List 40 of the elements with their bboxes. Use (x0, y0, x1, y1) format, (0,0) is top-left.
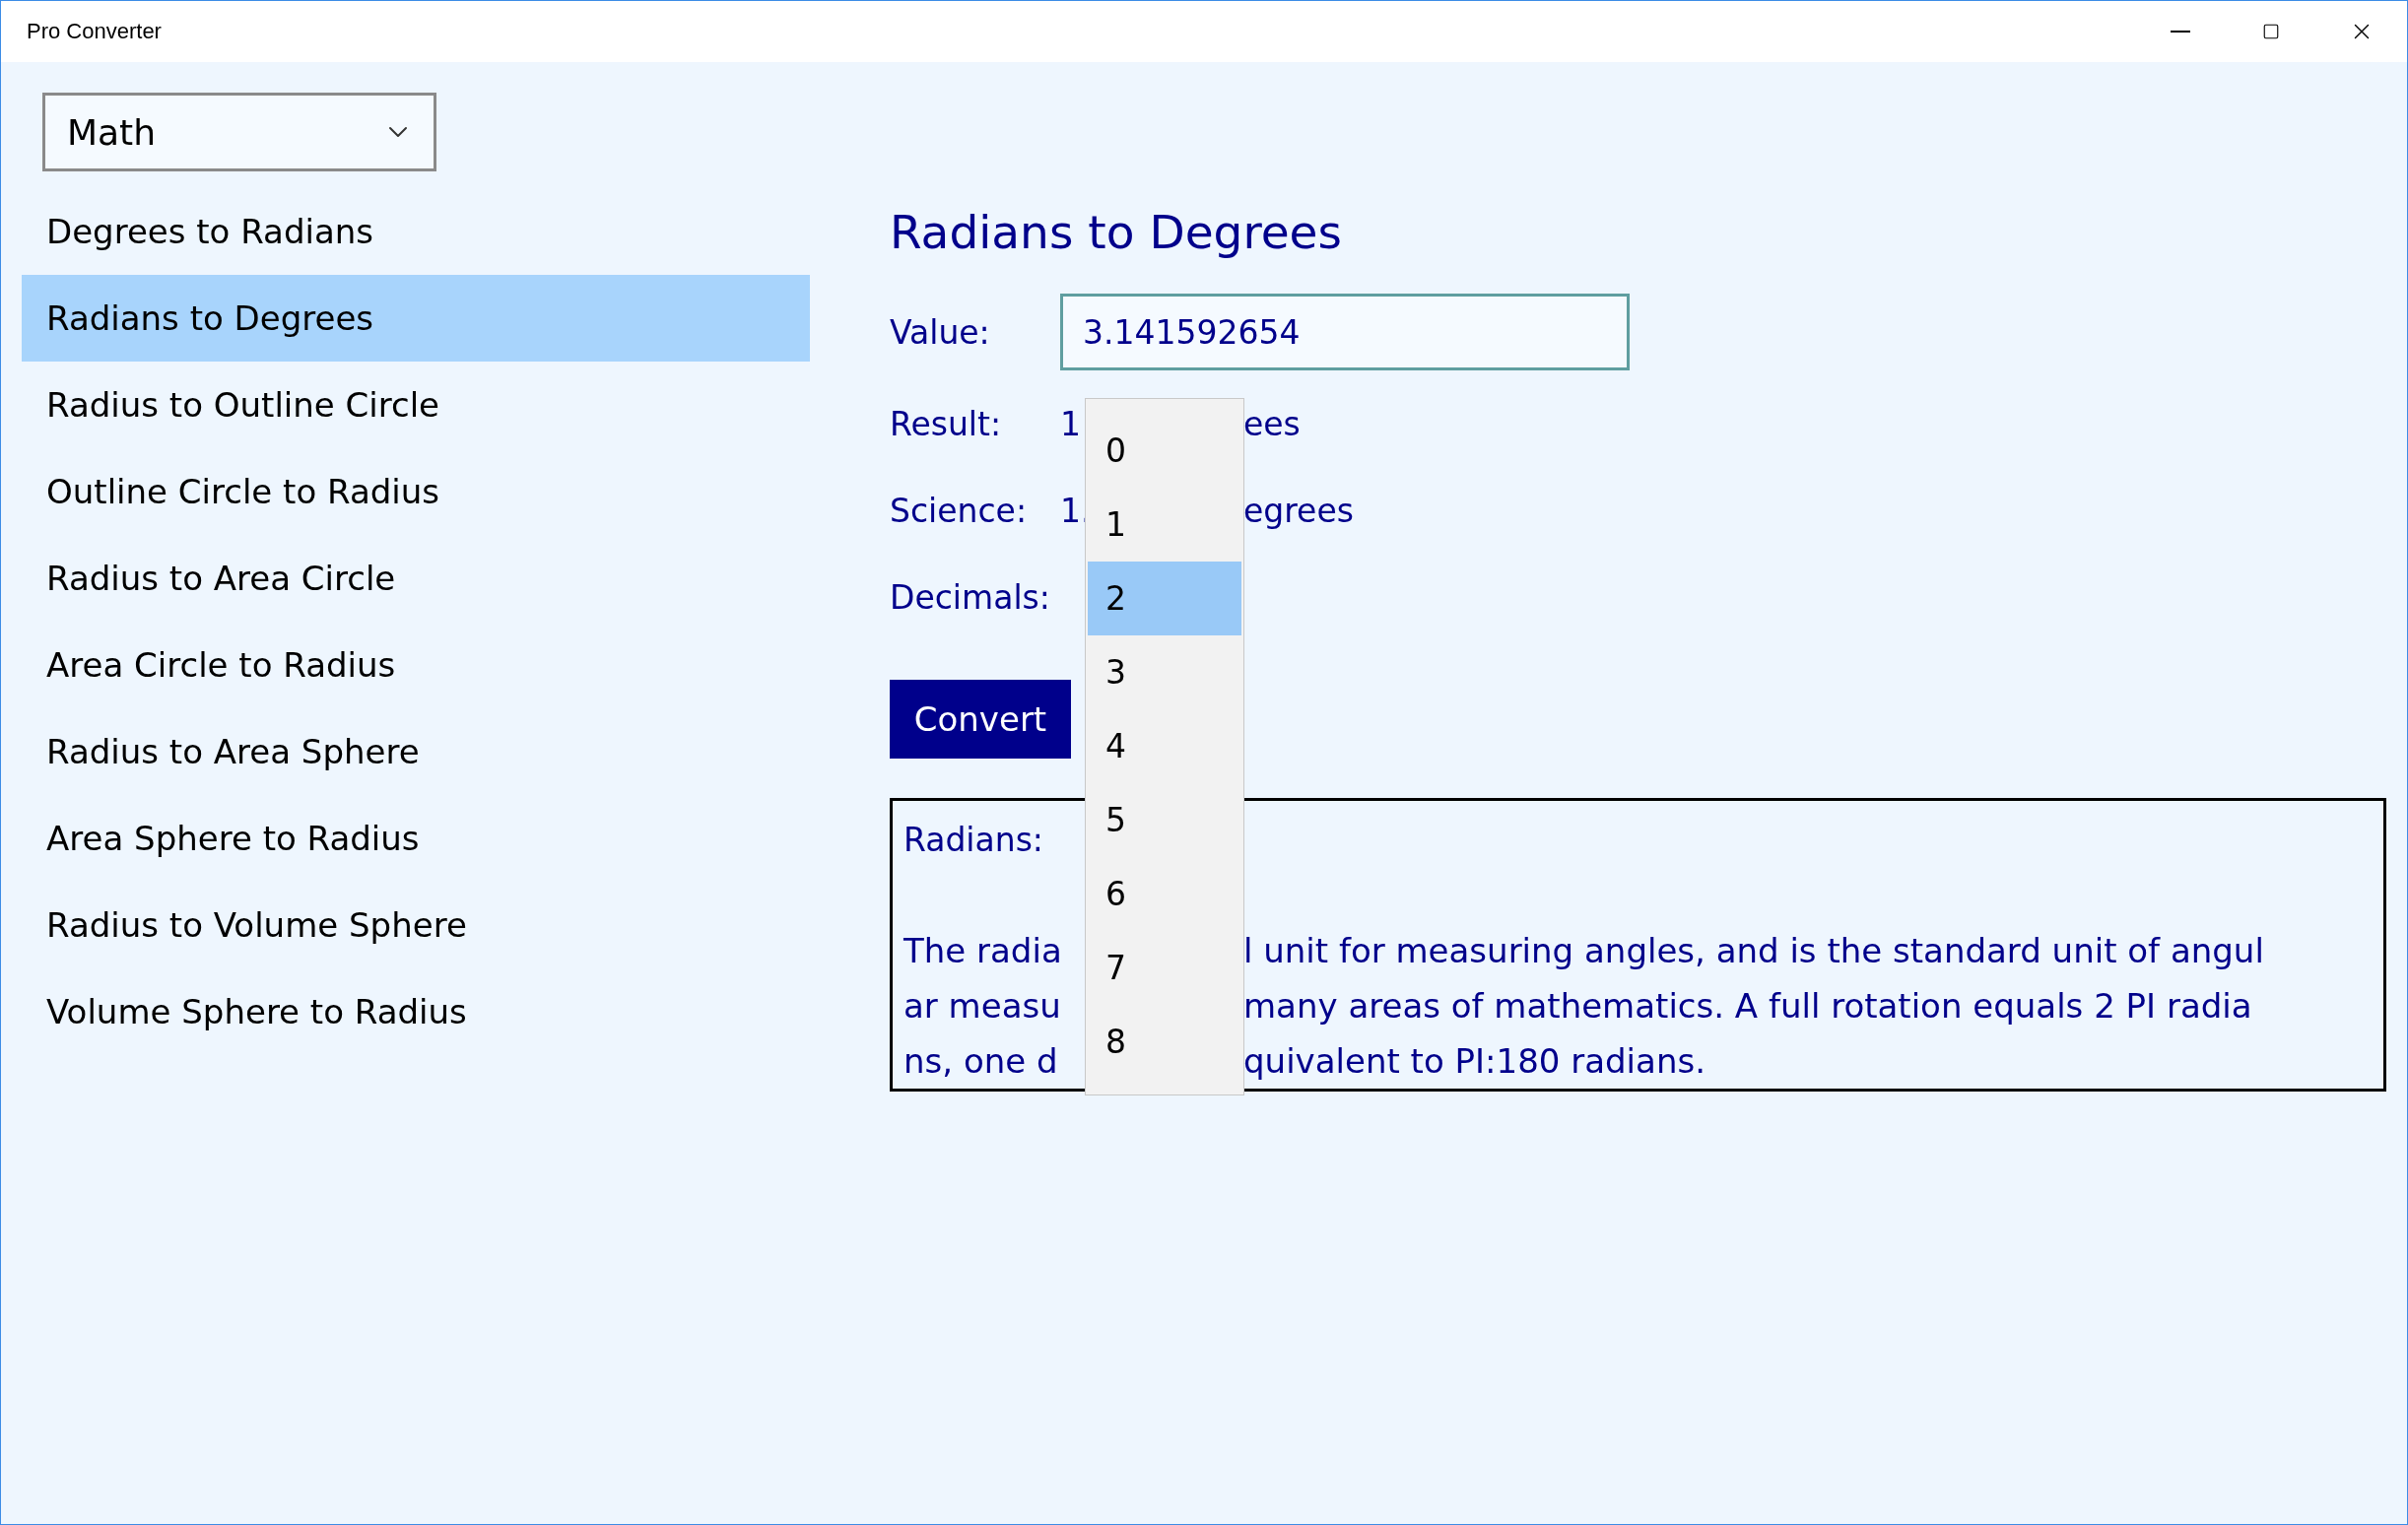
description-text: The radia (903, 931, 1062, 970)
category-dropdown[interactable]: Math (42, 93, 436, 171)
decimals-option[interactable]: 5 (1088, 783, 1241, 857)
conversion-item[interactable]: Radians to Degrees (22, 275, 810, 362)
description-text: l unit for measuring angles, and is the standard unit of angul (1243, 931, 2264, 970)
value-label: Value: (890, 312, 991, 352)
minimize-icon (2171, 31, 2190, 33)
science-unit: egrees (1243, 491, 1354, 530)
result-unit: ees (1243, 404, 1301, 443)
conversion-item[interactable]: Radius to Area Sphere (22, 708, 810, 795)
decimals-option[interactable]: 3 (1088, 635, 1241, 709)
conversion-item[interactable]: Outline Circle to Radius (22, 448, 810, 535)
conversion-item[interactable]: Radius to Volume Sphere (22, 882, 810, 968)
decimals-label: Decimals: (890, 577, 1050, 617)
conversion-title: Radians to Degrees (890, 205, 1343, 261)
conversion-item[interactable]: Area Circle to Radius (22, 622, 810, 708)
result-label: Result: (890, 404, 1002, 443)
description-text: quivalent to PI:180 radians. (1243, 1041, 1706, 1081)
description-heading: Radians: (903, 821, 1043, 861)
convert-button[interactable]: Convert (890, 680, 1071, 759)
conversion-item[interactable]: Radius to Area Circle (22, 535, 810, 622)
science-label: Science: (890, 491, 1028, 530)
conversion-item[interactable]: Volume Sphere to Radius (22, 968, 810, 1055)
description-text: ns, one d (903, 1041, 1058, 1081)
window-title: Pro Converter (27, 19, 163, 44)
result-value: 1 (1060, 404, 1081, 443)
conversion-item[interactable]: Area Sphere to Radius (22, 795, 810, 882)
decimals-option[interactable]: 8 (1088, 1005, 1241, 1079)
decimals-option[interactable]: 2 (1088, 562, 1241, 635)
decimals-option[interactable]: 0 (1088, 414, 1241, 488)
decimals-option[interactable]: 1 (1088, 488, 1241, 562)
decimals-option[interactable]: 4 (1088, 709, 1241, 783)
description-text: many areas of mathematics. A full rotation equals 2 PI radia (1243, 986, 2252, 1026)
conversion-item[interactable]: Radius to Outline Circle (22, 362, 810, 448)
decimals-option[interactable]: 7 (1088, 931, 1241, 1005)
description-text: ar measu (903, 986, 1061, 1026)
conversion-item[interactable]: Degrees to Radians (22, 188, 810, 275)
value-input[interactable]: 3.141592654 (1060, 294, 1630, 370)
maximize-icon (2262, 23, 2280, 40)
decimals-option[interactable]: 6 (1088, 857, 1241, 931)
